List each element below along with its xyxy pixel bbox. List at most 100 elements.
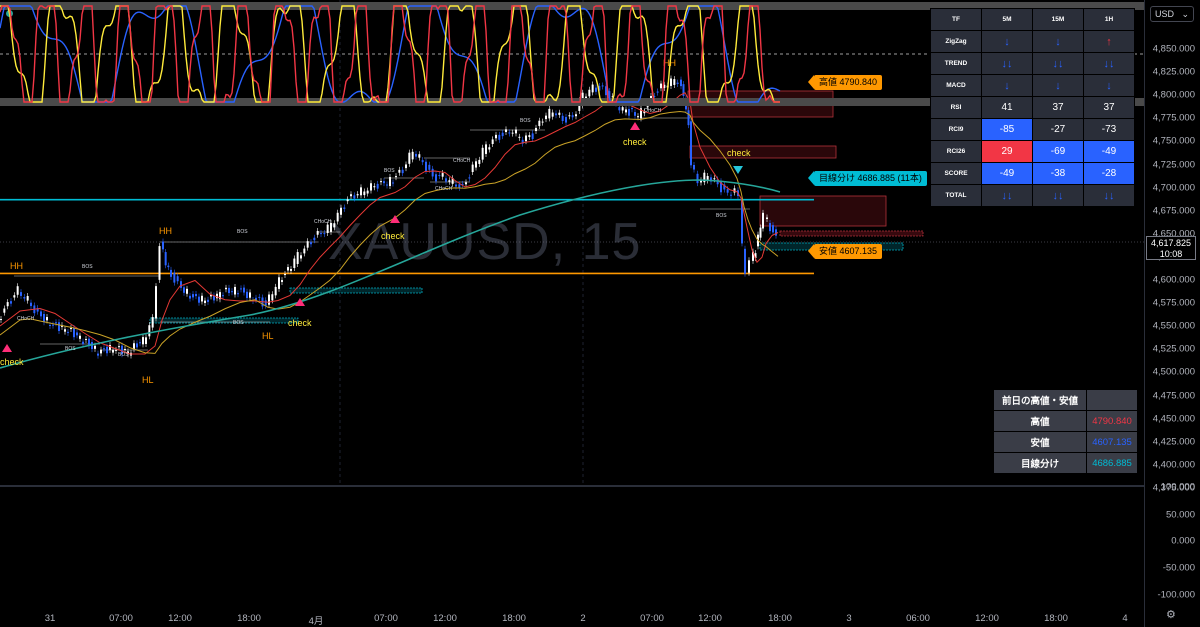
- candle-body: [340, 207, 342, 215]
- mtf-cell: -28: [1084, 163, 1134, 184]
- price-tick-label: 4,400.000: [1152, 459, 1195, 471]
- prev-high-value: 4790.840: [1087, 411, 1137, 431]
- candle-body: [481, 147, 484, 160]
- candle-body: [744, 248, 746, 274]
- candle-body: [373, 186, 376, 188]
- candle-body: [204, 300, 206, 303]
- mtf-cell: -38: [1033, 163, 1083, 184]
- price-tick-label: 4,800.000: [1152, 89, 1195, 101]
- mtf-signal-table: TF 5M 15M 1H ZigZag ↓ ↓ ↑ TREND ↓↓ ↓↓ ↓↓ MACD ↓ ↓ ↓…: [930, 8, 1135, 207]
- candle-body: [94, 345, 96, 349]
- prev-target-value: 4686.885: [1087, 453, 1137, 473]
- candle-body: [392, 182, 394, 184]
- candle-body: [415, 153, 417, 157]
- candle-body: [772, 225, 774, 233]
- candle-body: [85, 338, 87, 340]
- currency-selector[interactable]: USD ⌄: [1150, 6, 1194, 22]
- candle-body: [97, 353, 99, 356]
- price-axis[interactable]: 4,850.000 4,825.000 4,800.000 4,775.000 4,75…: [1144, 0, 1200, 627]
- candle-body: [46, 317, 48, 321]
- mtf-cell: -69: [1033, 141, 1083, 162]
- mtf-cell: ↓: [1033, 31, 1083, 52]
- time-tick-label: 12:00: [433, 613, 457, 624]
- bos-label: BOS: [384, 168, 395, 174]
- price-tick-label: 4,675.000: [1152, 205, 1195, 217]
- candle-body: [356, 194, 359, 196]
- time-tick-label: 12:00: [168, 613, 192, 624]
- candle-body: [10, 301, 12, 304]
- candle-body: [465, 182, 467, 185]
- mtf-row-label: TREND: [931, 53, 981, 74]
- candle-body: [43, 314, 45, 323]
- check-label: check: [0, 357, 24, 367]
- candle-body: [525, 135, 527, 142]
- candle-body: [515, 129, 517, 134]
- candle-body: [730, 194, 732, 196]
- candle-body: [0, 319, 2, 320]
- osc-tick-label: -100.000: [1157, 589, 1195, 601]
- candle-body: [142, 337, 144, 345]
- price-tick-label: 4,700.000: [1152, 182, 1195, 194]
- choch-label: CHoCH: [17, 316, 35, 322]
- candle-body: [76, 332, 78, 336]
- candle-body: [16, 286, 19, 295]
- candle-body: [287, 267, 289, 271]
- candle-body: [106, 346, 108, 354]
- osc-tick-label: 100.000: [1160, 481, 1195, 493]
- hh-label: HH: [10, 261, 23, 271]
- time-tick-label: 12:00: [975, 613, 999, 624]
- candle-body: [258, 296, 261, 298]
- time-tick-label: 18:00: [768, 613, 792, 624]
- mtf-cell: ↓: [982, 31, 1032, 52]
- time-tick-label: 07:00: [374, 613, 398, 624]
- candle-body: [82, 341, 84, 344]
- settings-gear-icon[interactable]: ⚙: [1166, 608, 1176, 621]
- demand-zone: [289, 287, 423, 294]
- mtf-cell: 29: [982, 141, 1032, 162]
- candle-body: [501, 132, 504, 137]
- buy-signal-triangle: [390, 215, 400, 223]
- candle-body: [326, 224, 329, 233]
- time-tick-label: 3: [846, 613, 852, 624]
- candle-body: [246, 291, 248, 299]
- candle-body: [155, 286, 157, 319]
- mtf-cell: -27: [1033, 119, 1083, 140]
- candle-body: [30, 302, 32, 307]
- candle-body: [64, 329, 66, 332]
- choch-label: CHoCH: [435, 186, 453, 192]
- candle-body: [225, 287, 227, 290]
- check-label: check: [623, 137, 647, 147]
- candle-body: [531, 133, 534, 139]
- candle-body: [498, 134, 501, 140]
- time-tick-label: 4: [1122, 613, 1128, 624]
- candle-body: [693, 164, 695, 170]
- candle-body: [488, 147, 491, 150]
- candle-body: [228, 287, 230, 294]
- candle-body: [306, 241, 309, 248]
- candle-body: [278, 277, 280, 289]
- candle-body: [475, 161, 477, 168]
- check-label: check: [288, 318, 312, 328]
- candle-body: [195, 294, 197, 297]
- mtf-cell: -49: [982, 163, 1032, 184]
- candle-body: [696, 173, 699, 184]
- mtf-cell: ↓↓: [1033, 185, 1083, 206]
- candle-body: [281, 280, 283, 282]
- candle-body: [180, 281, 182, 288]
- pane-separator[interactable]: [0, 485, 1144, 487]
- candle-body: [491, 139, 494, 145]
- candle-body: [73, 328, 75, 338]
- candle-body: [370, 183, 372, 191]
- candle-body: [124, 348, 126, 350]
- bos-label: BOS: [65, 346, 76, 352]
- candle-body: [713, 178, 716, 180]
- mtf-cell: ↓: [1084, 75, 1134, 96]
- price-chart[interactable]: XAUUSD, 15 高値 4790.840 目線分け 4686.885 (11…: [0, 0, 1144, 627]
- candle-body: [189, 295, 191, 299]
- candle-body: [425, 161, 427, 171]
- prev-low-value: 4607.135: [1087, 432, 1137, 452]
- candle-body: [431, 168, 434, 177]
- candle-body: [389, 177, 391, 186]
- candle-body: [401, 169, 404, 174]
- price-tick-label: 4,550.000: [1152, 320, 1195, 332]
